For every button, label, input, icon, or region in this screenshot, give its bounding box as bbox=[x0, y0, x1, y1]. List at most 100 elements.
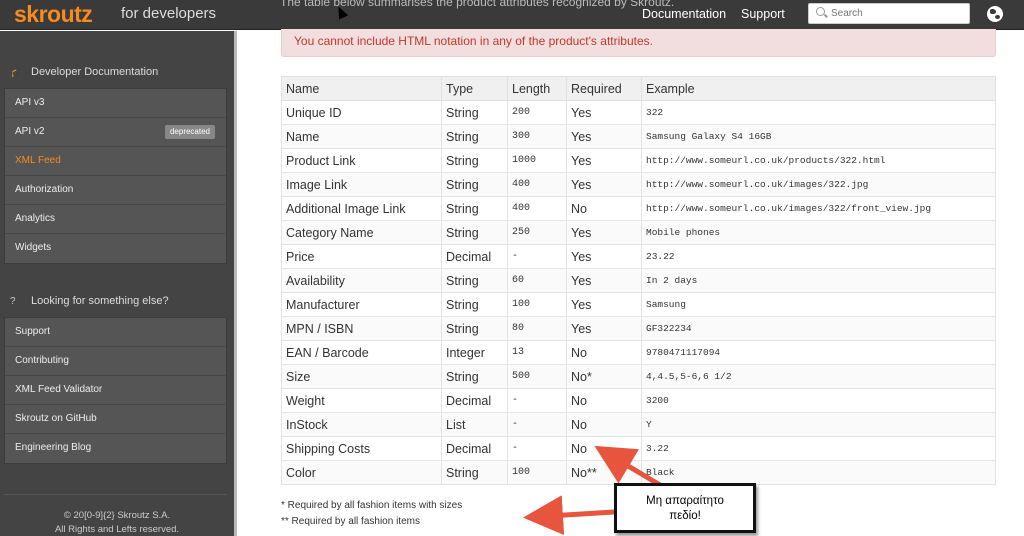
cell-length: 100 bbox=[507, 460, 567, 485]
nav-support[interactable]: Support bbox=[741, 7, 785, 21]
cell-required: Yes bbox=[566, 172, 642, 197]
table-row: Image Link String 400 Yes http://www.someurl… bbox=[281, 172, 996, 197]
cell-required: No bbox=[566, 196, 642, 221]
header-example: Example bbox=[641, 76, 996, 101]
cell-example: Black bbox=[641, 460, 996, 485]
globe-icon[interactable] bbox=[987, 6, 1003, 22]
cell-example: 3.22 bbox=[641, 436, 996, 461]
cell-name[interactable]: Unique ID bbox=[281, 100, 442, 125]
deprecated-badge: deprecated bbox=[164, 125, 215, 139]
cell-name[interactable]: Category Name bbox=[281, 220, 442, 245]
cell-type: String bbox=[441, 316, 508, 341]
sidebar-divider bbox=[4, 494, 227, 495]
cell-type: String bbox=[441, 196, 508, 221]
annotation-line2: πεδίο! bbox=[669, 510, 701, 522]
header-length: Length bbox=[507, 76, 567, 101]
cell-type: String bbox=[441, 268, 508, 293]
cell-example: 23.22 bbox=[641, 244, 996, 269]
cell-example: http://www.someurl.co.uk/images/322/fron… bbox=[641, 196, 996, 221]
table-row: EAN / Barcode Integer 13 No 9780471117094 bbox=[281, 340, 996, 365]
cell-example: 3200 bbox=[641, 388, 996, 413]
cell-length: 300 bbox=[507, 124, 567, 149]
cell-name[interactable]: EAN / Barcode bbox=[281, 340, 442, 365]
rights-line: All Rights and Lefts reserved. bbox=[54, 524, 180, 535]
cell-type: String bbox=[441, 364, 508, 389]
cell-example: http://www.someurl.co.uk/products/322.ht… bbox=[641, 148, 996, 173]
cell-length: 13 bbox=[507, 340, 567, 365]
cell-name[interactable]: Weight bbox=[281, 388, 442, 413]
cell-type: String bbox=[441, 172, 508, 197]
copyright-line: © 20[0-9]{2} Skroutz S.A. bbox=[63, 510, 171, 521]
sidebar-item-xml-feed-validator[interactable]: XML Feed Validator bbox=[5, 376, 226, 405]
cell-example: In 2 days bbox=[641, 268, 996, 293]
cell-example: 322 bbox=[641, 100, 996, 125]
sidebar-item-skroutz-github[interactable]: Skroutz on GitHub bbox=[5, 405, 226, 434]
cell-example: Mobile phones bbox=[641, 220, 996, 245]
cell-type: String bbox=[441, 148, 508, 173]
table-row: Name String 300 Yes Samsung Galaxy S4 16GB bbox=[281, 124, 996, 149]
sidebar-footer: © 20[0-9]{2} Skroutz S.A. All Rights and… bbox=[0, 509, 234, 536]
cell-required: Yes bbox=[566, 100, 642, 125]
table-row: Product Link String 1000 Yes http://www.some… bbox=[281, 148, 996, 173]
sidebar-group-docs: API v3 API v2 deprecated XML Feed Authori… bbox=[4, 88, 227, 264]
cell-required: No bbox=[566, 436, 642, 461]
cell-type: Integer bbox=[441, 340, 508, 365]
footnote-sizes: * Required by all fashion items with siz… bbox=[281, 500, 463, 511]
cell-length: - bbox=[507, 388, 567, 413]
sidebar-item-support[interactable]: Support bbox=[5, 318, 226, 347]
sidebar-heading-developer-docs: 🎓 Developer Documentation bbox=[10, 66, 159, 78]
cell-name[interactable]: MPN / ISBN bbox=[281, 316, 442, 341]
cell-example: Samsung Galaxy S4 16GB bbox=[641, 124, 996, 149]
header-type: Type bbox=[441, 76, 508, 101]
cell-example: Samsung bbox=[641, 292, 996, 317]
cell-length: 400 bbox=[507, 196, 567, 221]
nav-documentation[interactable]: Documentation bbox=[642, 7, 726, 21]
cell-length: 500 bbox=[507, 364, 567, 389]
cell-name[interactable]: Manufacturer bbox=[281, 292, 442, 317]
cell-name[interactable]: Product Link bbox=[281, 148, 442, 173]
table-row: InStock List - No Y bbox=[281, 412, 996, 437]
table-header-row: Name Type Length Required Example bbox=[281, 76, 996, 101]
cell-length: - bbox=[507, 412, 567, 437]
table-row: Additional Image Link String 400 No http://w… bbox=[281, 196, 996, 221]
sidebar-item-contributing[interactable]: Contributing bbox=[5, 347, 226, 376]
cell-name[interactable]: InStock bbox=[281, 412, 442, 437]
cell-name[interactable]: Shipping Costs bbox=[281, 436, 442, 461]
sidebar-item-authorization[interactable]: Authorization bbox=[5, 176, 226, 205]
question-icon: ? bbox=[10, 296, 16, 307]
annotation-line1: Μη απαραίτητο bbox=[646, 495, 724, 507]
cell-required: Yes bbox=[566, 292, 642, 317]
search-box[interactable] bbox=[808, 3, 970, 24]
table-row: Manufacturer String 100 Yes Samsung bbox=[281, 292, 996, 317]
cell-type: String bbox=[441, 220, 508, 245]
cell-example: 9780471117094 bbox=[641, 340, 996, 365]
skroutz-logo[interactable]: skroutz bbox=[14, 1, 93, 28]
sidebar-item-engineering-blog[interactable]: Engineering Blog bbox=[5, 434, 226, 463]
cell-required: Yes bbox=[566, 316, 642, 341]
cell-type: Decimal bbox=[441, 244, 508, 269]
sidebar-item-api-v3[interactable]: API v3 bbox=[5, 89, 226, 118]
cell-name[interactable]: Size bbox=[281, 364, 442, 389]
cell-name[interactable]: Image Link bbox=[281, 172, 442, 197]
table-body: Unique ID String 200 Yes 322 Name String 300 Yes… bbox=[281, 100, 996, 485]
table-row: Availability String 60 Yes In 2 days bbox=[281, 268, 996, 293]
sidebar-item-xml-feed[interactable]: XML Feed bbox=[5, 147, 226, 176]
cell-name[interactable]: Name bbox=[281, 124, 442, 149]
sidebar: 🎓 Developer Documentation API v3 API v2 de… bbox=[0, 31, 237, 536]
sidebar-item-widgets[interactable]: Widgets bbox=[5, 234, 226, 263]
cell-required: No bbox=[566, 340, 642, 365]
sidebar-item-analytics[interactable]: Analytics bbox=[5, 205, 226, 234]
html-warning-alert: You cannot include HTML notation in any … bbox=[281, 29, 996, 57]
search-input[interactable] bbox=[831, 6, 965, 21]
cell-name[interactable]: Availability bbox=[281, 268, 442, 293]
cell-required: No* bbox=[566, 364, 642, 389]
annotation-box: Μη απαραίτητο πεδίο! bbox=[614, 483, 756, 533]
logo-subtitle[interactable]: for developers bbox=[121, 5, 216, 22]
cell-type: String bbox=[441, 100, 508, 125]
table-row: Weight Decimal - No 3200 bbox=[281, 388, 996, 413]
sidebar-item-api-v2[interactable]: API v2 deprecated bbox=[5, 118, 226, 147]
cell-name[interactable]: Additional Image Link bbox=[281, 196, 442, 221]
cell-name[interactable]: Color bbox=[281, 460, 442, 485]
cell-name[interactable]: Price bbox=[281, 244, 442, 269]
cell-required: Yes bbox=[566, 124, 642, 149]
